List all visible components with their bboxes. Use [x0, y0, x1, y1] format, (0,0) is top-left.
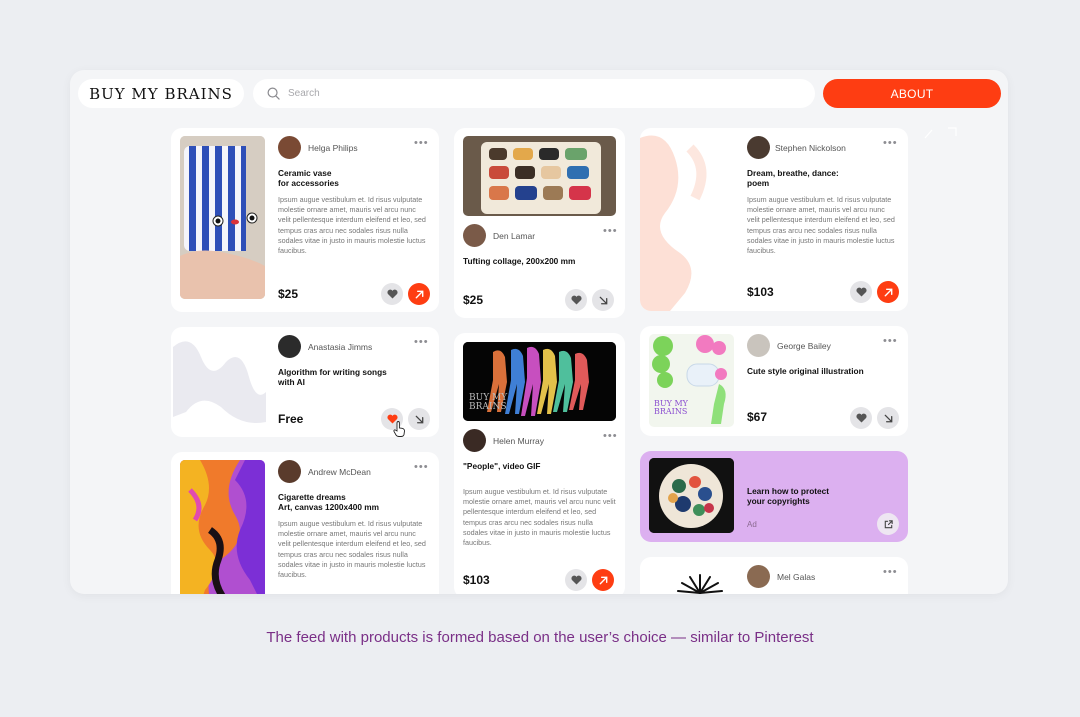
like-button[interactable]: [565, 289, 587, 311]
author-name[interactable]: George Bailey: [777, 341, 831, 351]
more-icon[interactable]: •••: [883, 336, 898, 347]
search-icon: [267, 87, 280, 100]
arrow-up-right-icon: [884, 288, 892, 296]
avatar[interactable]: [463, 429, 486, 452]
product-title[interactable]: Tufting collage, 200x200 mm: [463, 256, 618, 266]
watermark-text: BUY MY BRAINS: [654, 399, 688, 416]
arrow-up-right-icon: [415, 290, 423, 298]
like-button[interactable]: [381, 283, 403, 305]
arrow-down-right-icon: [884, 414, 892, 422]
product-price: $103: [747, 285, 774, 299]
more-icon[interactable]: •••: [414, 462, 429, 473]
product-image: [180, 136, 265, 299]
about-button[interactable]: ABOUT: [823, 79, 1001, 108]
open-button[interactable]: [877, 407, 899, 429]
ad-image: [649, 458, 734, 533]
author-name[interactable]: Anastasia Jimms: [308, 342, 372, 352]
search-input[interactable]: [288, 88, 768, 99]
product-card-tufting-collage[interactable]: Den Lamar ••• Tufting collage, 200x200 m…: [454, 128, 625, 318]
like-button[interactable]: [565, 569, 587, 591]
product-card-poem[interactable]: Stephen Nickolson ••• Dream, breathe, da…: [640, 128, 908, 311]
product-card-cigarette-dreams[interactable]: Andrew McDean ••• Cigarette dreams Art, …: [171, 452, 439, 594]
more-icon[interactable]: •••: [883, 567, 898, 578]
author-name[interactable]: Den Lamar: [493, 231, 535, 241]
logo-text: BUY MY BRAINS: [89, 84, 233, 103]
author-name[interactable]: Andrew McDean: [308, 467, 371, 477]
product-card-algorithm[interactable]: Anastasia Jimms ••• Algorithm for writin…: [171, 327, 439, 437]
author-name[interactable]: Stephen Nickolson: [775, 143, 846, 153]
arrow-down-right-icon: [415, 415, 423, 423]
product-title[interactable]: Dream, breathe, dance: poem: [747, 168, 897, 188]
product-image: BUY MY BRAINS: [649, 334, 734, 427]
avatar[interactable]: [278, 335, 301, 358]
about-label: ABOUT: [890, 86, 934, 101]
more-icon[interactable]: •••: [414, 337, 429, 348]
product-image: [677, 574, 723, 594]
product-image: BUY MY BRAINS: [463, 342, 616, 421]
product-description: Ipsum augue vestibulum et. Id risus vulp…: [278, 195, 426, 256]
product-title[interactable]: Algorithm for writing songs with AI: [278, 367, 428, 387]
avatar[interactable]: [278, 136, 301, 159]
product-image: [640, 135, 707, 311]
heart-icon: [386, 289, 398, 299]
external-link-button[interactable]: [877, 513, 899, 535]
heart-icon: [570, 575, 582, 585]
product-title[interactable]: "People", video GIF: [463, 461, 618, 471]
heart-icon: [855, 413, 867, 423]
product-title[interactable]: Cigarette dreams Art, canvas 1200x400 mm: [278, 492, 428, 512]
author-name[interactable]: Helen Murray: [493, 436, 544, 446]
product-description: Ipsum augue vestibulum et. Id risus vulp…: [747, 195, 895, 256]
open-button[interactable]: [408, 408, 430, 430]
search-bar[interactable]: [253, 79, 815, 108]
arrow-up-right-icon: [599, 576, 607, 584]
author-name[interactable]: Mel Galas: [777, 572, 815, 582]
more-icon[interactable]: •••: [603, 226, 618, 237]
open-button[interactable]: [592, 289, 614, 311]
product-card-people-gif[interactable]: BUY MY BRAINS Helen Murray ••• "People",…: [454, 333, 625, 594]
more-icon[interactable]: •••: [414, 138, 429, 149]
more-icon[interactable]: •••: [603, 431, 618, 442]
product-description: Ipsum augue vestibulum et. Id risus vulp…: [463, 487, 616, 548]
product-card-mel-galas[interactable]: Mel Galas •••: [640, 557, 908, 594]
cursor-hand-icon: [393, 421, 405, 437]
avatar[interactable]: [747, 334, 770, 357]
watermark-text: BUY MY BRAINS: [469, 393, 508, 412]
caption-text: The feed with products is formed based o…: [266, 629, 814, 646]
product-price: $67: [747, 410, 768, 424]
product-price: $25: [463, 293, 484, 307]
product-price: $25: [278, 287, 299, 301]
avatar[interactable]: [747, 136, 770, 159]
product-price: Free: [278, 412, 304, 426]
heart-icon: [855, 287, 867, 297]
product-price: $103: [463, 573, 490, 587]
product-image: [463, 136, 616, 216]
product-card-ceramic-vase[interactable]: Helga Philips ••• Ceramic vase for acces…: [171, 128, 439, 312]
product-image: [180, 460, 265, 594]
like-button[interactable]: [850, 281, 872, 303]
product-description: Ipsum augue vestibulum et. Id risus vulp…: [278, 519, 426, 580]
ad-card-copyrights[interactable]: Learn how to protect your copyrights Ad: [640, 451, 908, 542]
product-title[interactable]: Ceramic vase for accessories: [278, 168, 428, 188]
avatar[interactable]: [747, 565, 770, 588]
product-image: [173, 341, 266, 423]
author-name[interactable]: Helga Philips: [308, 143, 358, 153]
logo[interactable]: BUY MY BRAINS: [78, 79, 244, 108]
ad-title[interactable]: Learn how to protect your copyrights: [747, 486, 897, 506]
avatar[interactable]: [278, 460, 301, 483]
app-window: BUY MY BRAINS ABOUT Helga Philips: [70, 70, 1008, 594]
avatar[interactable]: [463, 224, 486, 247]
more-icon[interactable]: •••: [883, 138, 898, 149]
heart-icon: [570, 295, 582, 305]
product-card-cute-illustration[interactable]: BUY MY BRAINS George Bailey ••• Cute sty…: [640, 326, 908, 436]
product-title[interactable]: Cute style original illustration: [747, 366, 897, 376]
open-button[interactable]: [408, 283, 430, 305]
arrow-down-right-icon: [599, 296, 607, 304]
like-button[interactable]: [850, 407, 872, 429]
open-button[interactable]: [592, 569, 614, 591]
external-link-icon: [884, 519, 893, 528]
open-button[interactable]: [877, 281, 899, 303]
decorative-lines: [924, 127, 957, 139]
ad-label: Ad: [747, 520, 757, 529]
